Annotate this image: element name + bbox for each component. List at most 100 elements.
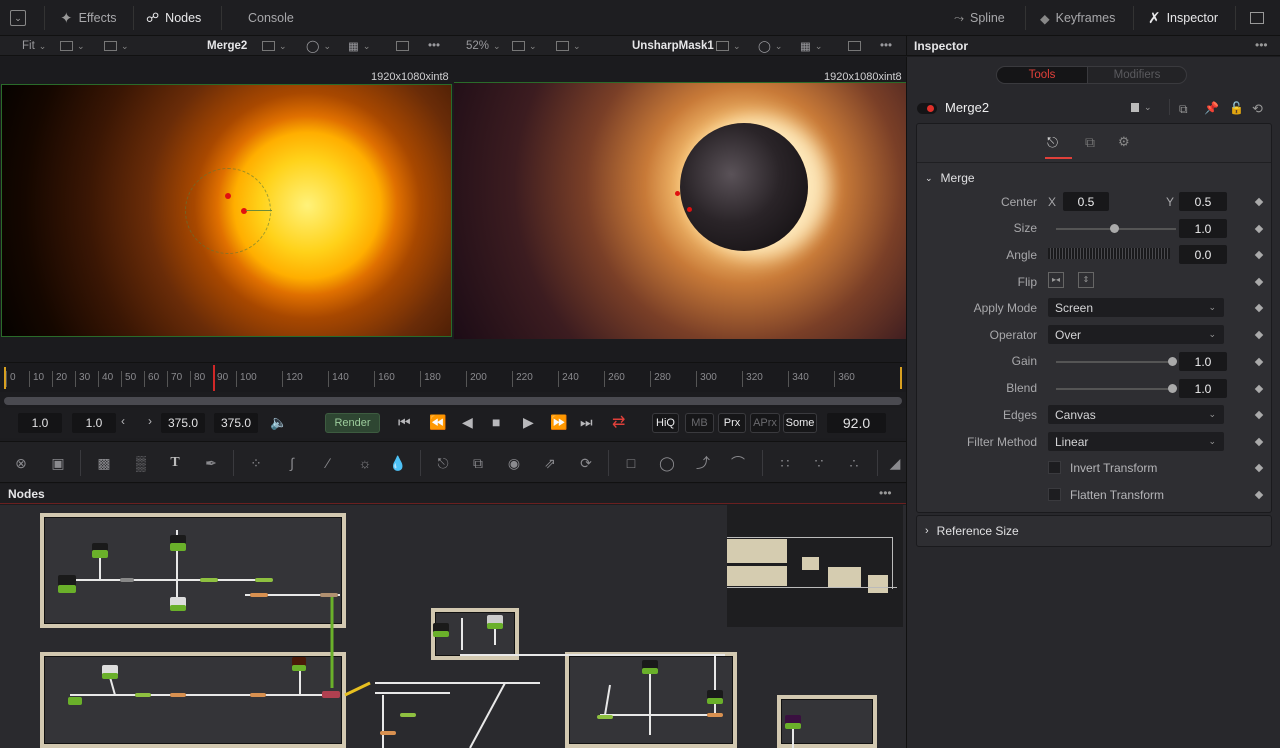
brightness-contrast-icon[interactable]: ∕	[317, 453, 339, 473]
nodes-more-icon[interactable]: •••	[879, 486, 892, 500]
fast-noise-icon[interactable]: ▒	[130, 453, 152, 473]
right-viewer-image[interactable]	[454, 82, 906, 339]
right-viewer-grid-button[interactable]: ▦ ⌄	[800, 36, 822, 56]
left-viewer-color-button[interactable]: ◯ ⌄	[306, 36, 331, 56]
right-viewer-zoom-dropdown[interactable]: 52% ⌄	[466, 36, 501, 56]
gain-slider[interactable]	[1056, 357, 1177, 366]
left-viewer-more-button[interactable]: •••	[428, 36, 440, 56]
node[interactable]	[380, 731, 396, 735]
versions-icon[interactable]: ⧉	[1179, 102, 1188, 117]
apply-mode-dropdown[interactable]: Screen ⌄	[1048, 298, 1224, 317]
center-handle-icon[interactable]	[225, 193, 231, 199]
rectangle-mask-icon[interactable]: □	[620, 453, 642, 473]
bspline-mask-icon[interactable]: ⌒	[727, 453, 749, 473]
center-handle-icon[interactable]	[675, 191, 680, 196]
merge-section-header[interactable]: ⌄ Merge	[925, 171, 975, 185]
blend-slider[interactable]	[1056, 384, 1177, 393]
edges-dropdown[interactable]: Canvas ⌄	[1048, 405, 1224, 424]
node[interactable]	[292, 665, 306, 671]
inspector-button[interactable]: ✗ Inspector	[1148, 0, 1218, 36]
rewind-icon[interactable]: ⏪	[429, 414, 446, 431]
node[interactable]	[433, 631, 449, 637]
size-slider-knob[interactable]	[1110, 224, 1119, 233]
angle-field[interactable]: 0.0	[1179, 245, 1227, 264]
text-icon[interactable]: T	[164, 453, 186, 473]
center-y-field[interactable]: 0.5	[1179, 192, 1227, 211]
polygon-mask-icon[interactable]: ⤴	[692, 453, 714, 473]
play-icon[interactable]: ▶	[523, 414, 534, 431]
ellipse-mask-icon[interactable]: ◯	[656, 453, 678, 473]
right-viewer-ab-button[interactable]: ⌄	[512, 36, 537, 56]
stop-icon[interactable]: ■	[492, 414, 500, 430]
node[interactable]	[642, 668, 658, 674]
node[interactable]	[92, 550, 108, 558]
hiq-toggle[interactable]: HiQ	[652, 413, 679, 433]
matte-icon[interactable]: 💧	[387, 453, 409, 473]
loop-icon[interactable]: ⇄	[612, 412, 625, 432]
node[interactable]	[400, 713, 416, 717]
gain-field[interactable]: 1.0	[1179, 352, 1227, 371]
left-viewer-roi-button[interactable]: ⌄	[104, 36, 129, 56]
keyframe-diamond-icon[interactable]	[1254, 330, 1264, 340]
node[interactable]	[320, 593, 338, 597]
spline-button[interactable]: ⤳ Spline	[954, 0, 1005, 36]
step-back-chevron-icon[interactable]: ‹	[121, 414, 125, 428]
invert-transform-checkbox[interactable]	[1048, 461, 1061, 474]
node[interactable]	[120, 578, 134, 582]
some-toggle[interactable]: Some	[783, 413, 817, 433]
prender-icon[interactable]: ∵	[808, 453, 830, 473]
left-viewer-zoom-dropdown[interactable]: Fit ⌄	[22, 36, 46, 56]
render-end-field[interactable]: 375.0	[161, 413, 205, 433]
fast-forward-icon[interactable]: ⏩	[550, 414, 567, 431]
node-navigator[interactable]	[727, 505, 903, 627]
node[interactable]	[785, 723, 801, 729]
node[interactable]	[135, 693, 151, 697]
node[interactable]	[322, 691, 340, 698]
merge-tool-icon[interactable]: ⎋	[432, 453, 454, 473]
paint-brush-icon[interactable]: ✒	[200, 453, 222, 473]
image-tab-icon[interactable]: ⧉	[1085, 134, 1095, 151]
keyframe-diamond-icon[interactable]	[1254, 384, 1264, 394]
pdirectional-icon[interactable]: ∴	[843, 453, 865, 473]
console-button[interactable]: Console	[248, 0, 294, 36]
keyframe-diamond-icon[interactable]	[1254, 303, 1264, 313]
keyframe-diamond-icon[interactable]	[1254, 277, 1264, 287]
merge-center-widget[interactable]	[185, 168, 271, 254]
tab-tools[interactable]: Tools	[996, 66, 1088, 84]
right-viewer-channel-button[interactable]: ⌄	[716, 36, 741, 56]
left-viewer-ab-button[interactable]: ⌄	[60, 36, 85, 56]
operator-dropdown[interactable]: Over ⌄	[1048, 325, 1224, 344]
media-out-icon[interactable]: ⊗	[10, 453, 32, 473]
flip-horizontal-button[interactable]: ▸◂	[1048, 272, 1064, 288]
settings-tab-icon[interactable]: ⚙	[1118, 134, 1130, 150]
channel-booleans-icon[interactable]: ⧉	[467, 453, 489, 473]
node[interactable]	[200, 578, 218, 582]
keyframe-diamond-icon[interactable]	[1254, 463, 1264, 473]
keyframe-diamond-icon[interactable]	[1254, 224, 1264, 234]
center-handle-icon[interactable]	[687, 207, 692, 212]
left-viewer-frame-button[interactable]	[396, 36, 409, 56]
node[interactable]	[707, 698, 723, 704]
prx-toggle[interactable]: Prx	[718, 413, 746, 433]
node-enable-toggle[interactable]	[917, 103, 937, 114]
center-x-field[interactable]: 0.5	[1063, 192, 1109, 211]
keyframe-diamond-icon[interactable]	[1254, 197, 1264, 207]
workspace-menu-button[interactable]: ⌄	[10, 0, 26, 36]
render-start-field[interactable]: 1.0	[72, 413, 116, 433]
flatten-transform-checkbox[interactable]	[1048, 488, 1061, 501]
node[interactable]	[170, 693, 186, 697]
blend-field[interactable]: 1.0	[1179, 379, 1227, 398]
node[interactable]	[250, 593, 268, 597]
left-viewer-grid-button[interactable]: ▦ ⌄	[348, 36, 370, 56]
keyframe-diamond-icon[interactable]	[1254, 437, 1264, 447]
transform-icon[interactable]: ⟳	[575, 453, 597, 473]
render-range-end-marker[interactable]	[900, 367, 902, 389]
timeline-scrollbar[interactable]	[4, 397, 902, 405]
matte-control-icon[interactable]: ◉	[503, 453, 525, 473]
node[interactable]	[102, 673, 118, 679]
keyframe-diamond-icon[interactable]	[1254, 250, 1264, 260]
global-start-field[interactable]: 1.0	[18, 413, 62, 433]
color-corrector-icon[interactable]: ☼	[354, 453, 376, 473]
node[interactable]	[58, 585, 76, 593]
tab-modifiers[interactable]: Modifiers	[1087, 66, 1187, 84]
